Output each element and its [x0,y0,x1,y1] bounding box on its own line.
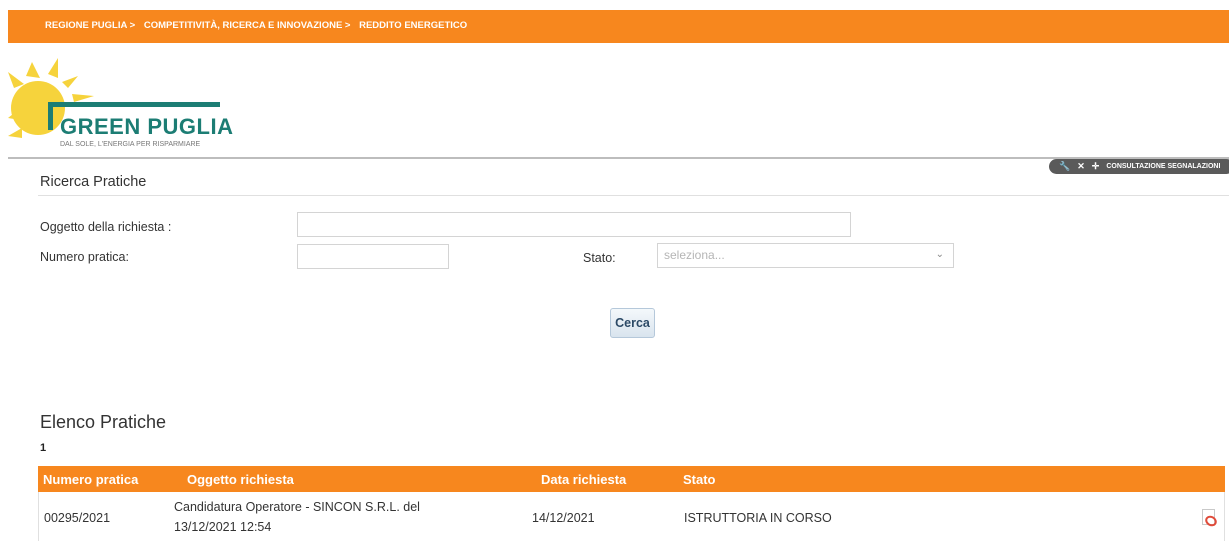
numero-pratica-label: Numero pratica: [40,250,129,264]
numero-pratica-input[interactable] [297,244,449,269]
stato-select[interactable]: seleziona... ⌄ [657,243,954,268]
top-bar: REGIONE PUGLIA > COMPETITIVITÀ, RICERCA … [8,10,1229,43]
column-header-data[interactable]: Data richiesta [541,472,626,487]
breadcrumb-item[interactable]: COMPETITIVITÀ, RICERCA E INNOVAZIONE > [144,20,351,31]
header-divider [8,157,1229,159]
cell-numero: 00295/2021 [44,511,111,525]
tool-pill-label[interactable]: CONSULTAZIONE SEGNALAZIONI [1106,163,1220,170]
breadcrumb-item[interactable]: REDDITO ENERGETICO [359,20,467,31]
close-icon[interactable]: ✕ [1077,161,1085,172]
column-header-stato[interactable]: Stato [683,472,716,487]
search-divider [38,195,1229,196]
column-header-oggetto[interactable]: Oggetto richiesta [187,472,294,487]
search-title: Ricerca Pratiche [40,174,147,190]
result-count: 1 [40,442,47,454]
breadcrumb: REGIONE PUGLIA > COMPETITIVITÀ, RICERCA … [45,20,473,31]
list-title: Elenco Pratiche [40,412,167,432]
cell-data: 14/12/2021 [532,511,595,525]
breadcrumb-item[interactable]: REGIONE PUGLIA > [45,20,135,31]
cell-oggetto-line1: Candidatura Operatore - SINCON S.R.L. de… [174,500,420,514]
column-header-numero[interactable]: Numero pratica [43,472,138,487]
pdf-icon[interactable] [1202,509,1215,525]
stato-placeholder: seleziona... [664,248,725,262]
table-header: Numero pratica Oggetto richiesta Data ri… [38,466,1225,492]
wrench-icon[interactable]: 🔧 [1059,161,1070,172]
move-icon[interactable]: ✛ [1092,161,1100,172]
oggetto-input[interactable] [297,212,851,237]
table-row[interactable]: 00295/2021 Candidatura Operatore - SINCO… [38,492,1225,541]
tool-pill: 🔧 ✕ ✛ CONSULTAZIONE SEGNALAZIONI [1049,159,1229,174]
cell-oggetto-line2: 13/12/2021 12:54 [174,520,272,534]
cell-stato: ISTRUTTORIA IN CORSO [684,511,832,525]
logo-title: GREEN PUGLIA [60,114,234,139]
green-puglia-logo[interactable]: GREEN PUGLIA DAL SOLE, L'ENERGIA PER RIS… [8,58,248,158]
stato-label: Stato: [583,251,616,265]
chevron-down-icon: ⌄ [935,249,944,260]
cerca-button[interactable]: Cerca [610,308,655,338]
logo-subtitle: DAL SOLE, L'ENERGIA PER RISPARMIARE [60,141,201,148]
oggetto-label: Oggetto della richiesta : [40,220,172,234]
